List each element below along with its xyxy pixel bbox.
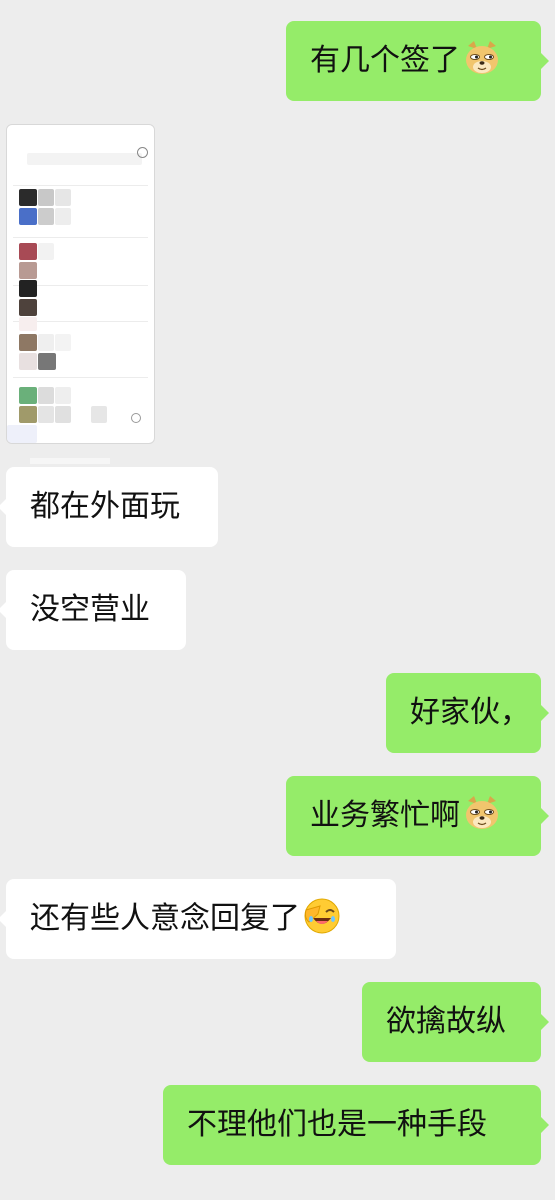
message-bubble-received[interactable]: 都在外面玩 [0, 467, 218, 547]
message-bubble-received[interactable]: 还有些人意念回复了 [0, 879, 396, 959]
message-bubble-sent[interactable]: 欲擒故纵 [362, 982, 549, 1062]
message-bubble-sent[interactable]: 不理他们也是一种手段 [163, 1085, 549, 1165]
message-bubble-sent[interactable]: 有几个签了 [286, 21, 549, 101]
doge-icon [462, 38, 502, 78]
message-bubble-received[interactable]: 没空营业 [0, 570, 186, 650]
message-text: 还有些人意念回复了 [30, 901, 300, 936]
message-text: 业务繁忙啊 [310, 798, 460, 833]
facepalm-laugh-icon [302, 896, 342, 936]
message-text: 欲擒故纵 [386, 1004, 506, 1039]
message-text: 都在外面玩 [30, 489, 180, 524]
message-text: 没空营业 [30, 592, 150, 627]
screenshot-add-icon [137, 147, 148, 158]
message-bubble-sent[interactable]: 业务繁忙啊 [286, 776, 549, 856]
message-bubble-sent[interactable]: 好家伙， [386, 673, 549, 753]
shared-screenshot-image[interactable] [6, 124, 155, 444]
screenshot-status-bar [13, 131, 148, 139]
doge-icon [462, 793, 502, 833]
screenshot-contact-icon [131, 413, 141, 423]
message-text: 好家伙， [410, 695, 530, 730]
screenshot-header-blur [27, 153, 142, 165]
message-text: 不理他们也是一种手段 [187, 1107, 487, 1142]
message-text: 有几个签了 [310, 43, 460, 78]
